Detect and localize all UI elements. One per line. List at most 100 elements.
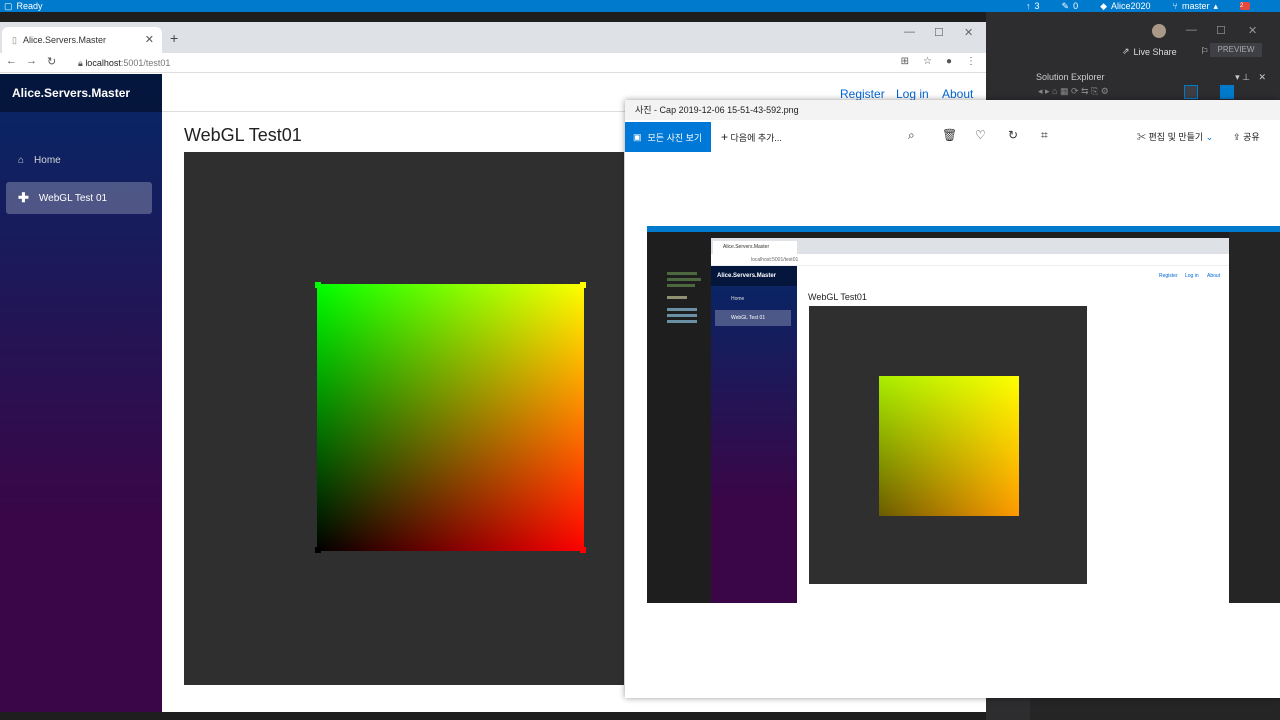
home-icon: ⌂ [18,154,25,166]
bookmark-star-icon[interactable]: ☆ [923,56,932,67]
brand[interactable]: Alice.Servers.Master [0,74,162,112]
vertex-bottom-left [315,547,321,553]
git-push-indicator[interactable]: ↑ 3 [1026,0,1040,12]
live-share-button[interactable]: ⇗ Live Share ⚐ [1122,46,1209,57]
diamond-icon: ◆ [1100,1,1108,11]
shot-browser: Alice.Servers.Master localhost:5001/test… [711,238,1229,603]
avatar[interactable] [1152,24,1166,38]
tab-close-icon[interactable]: ✕ [145,33,154,46]
all-photos-button[interactable]: ▣ 모든 사진 보기 [625,122,711,152]
back-icon[interactable]: ← [6,55,17,67]
vertex-top-right [580,282,586,288]
page-favicon-icon: ▯ [12,34,17,45]
gradient-quad [315,282,586,553]
shot-register-link: Register [1159,273,1178,279]
shot-nav-home: Home [731,296,745,302]
plus-icon: ✚ [18,190,29,205]
browser-minimize-icon[interactable]: — [904,26,915,38]
solution-explorer-header: Solution Explorer ▾ ⊥ ✕ [1020,70,1280,84]
nav-item-webgl-test01[interactable]: ✚ WebGL Test 01 [6,182,152,214]
photos-app-window: 사진 - Cap 2019-12-06 15-51-43-592.png ▣ 모… [625,100,1280,698]
shot-brand: Alice.Servers.Master [711,266,797,286]
add-to-button[interactable]: + 다음에 추가... [721,130,782,144]
tab-strip: ▯ Alice.Servers.Master ✕ + — ☐ ✕ [0,22,986,53]
shot-address-bar: localhost:5001/test01 [711,254,1229,266]
shot-login-link: Log in [1185,273,1199,279]
close-pane-icon[interactable]: ✕ [1258,70,1266,84]
repo-indicator[interactable]: ◆ Alice2020 [1100,0,1150,12]
pin-icon[interactable]: ▾ ⊥ [1235,70,1250,84]
sidebar: Alice.Servers.Master ⌂ Home ✚ WebGL Test… [0,74,162,712]
heart-icon[interactable]: ♡ [975,128,986,142]
page-title: WebGL Test01 [184,125,302,145]
plus-icon: + [721,130,729,144]
webgl-canvas[interactable] [184,152,624,685]
nav-item-home[interactable]: ⌂ Home [6,144,152,176]
feedback-icon[interactable]: ⚐ [1201,46,1209,57]
shot-page-title: WebGL Test01 [808,292,867,302]
translate-icon[interactable]: ⊞ [901,56,909,67]
maximize-icon[interactable]: ☐ [1216,24,1226,37]
shot-status-bar [647,226,1280,232]
shot-sidebar: Alice.Servers.Master Home WebGL Test 01 [711,266,797,603]
browser-maximize-icon[interactable]: ☐ [934,26,944,39]
shot-tab-strip: Alice.Servers.Master [711,238,1229,254]
shot-about-link: About [1207,273,1221,279]
status-ready-icon: ▢ [4,1,13,11]
status-ready-text: Ready [16,1,43,11]
reload-icon[interactable]: ↻ [47,55,56,68]
rotate-icon[interactable]: ↻ [1008,128,1018,142]
photo-image[interactable]: Alice.Servers.Master localhost:5001/test… [647,226,1280,603]
photos-title-bar: 사진 - Cap 2019-12-06 15-51-43-592.png [625,100,1280,120]
shot-gradient-quad [879,376,1019,516]
chevron-down-icon: ⌄ [1205,132,1214,142]
browser-close-icon[interactable]: ✕ [964,26,973,39]
tab-title: Alice.Servers.Master [22,35,106,45]
branch-icon: ⑂ [1172,1,1178,11]
branch-indicator[interactable]: ⑂ master ▴ [1173,0,1218,12]
sync-view-icon[interactable] [1184,85,1198,99]
about-link[interactable]: About [942,87,973,101]
pencil-icon: ✎ [1061,1,1070,11]
vs-bottom-panel [1030,696,1280,720]
register-link[interactable]: Register [840,87,885,101]
shot-tab: Alice.Servers.Master [713,241,797,254]
close-icon[interactable]: ✕ [1248,24,1257,37]
vs-status-bar: ▢ Ready ↑ 3 ✎ 0 ◆ Alice2020 ⑂ master ▴ 2 [0,0,1280,12]
crop-icon[interactable]: ⌗ [1041,128,1048,143]
browser-tab[interactable]: ▯ Alice.Servers.Master ✕ [2,27,162,53]
bell-icon: 2 [1240,2,1250,10]
share-icon: ⇪ [1233,132,1241,142]
solution-explorer-toolbar: ◂ ▸ ⌂ ▦ ⟳ ⇆ ⎘ ⚙ [1030,84,1280,100]
edit-create-button[interactable]: ✂ 편집 및 만들기 ⌄ [1137,130,1213,143]
shot-vs-solution-explorer [1229,232,1280,603]
notifications-indicator[interactable]: 2 [1240,0,1250,12]
new-tab-button[interactable]: + [170,30,178,46]
vertex-top-left [315,282,321,288]
forward-icon[interactable]: → [26,55,37,67]
login-link[interactable]: Log in [896,87,929,101]
share-button[interactable]: ⇪ 공유 [1233,130,1260,143]
address-bar-icons: ⊞ ☆ ● ⋮ [901,56,976,67]
profile-icon[interactable]: ● [946,56,952,67]
photos-toolbar: ▣ 모든 사진 보기 + 다음에 추가... ⌕ 🗑︎ ♡ ↻ ⌗ ✂ 편집 및… [625,120,1280,154]
address-bar: ← → ↻ 🔒︎ localhost:5001/test01 ⊞ ☆ ● ⋮ [0,53,986,73]
vertex-bottom-right [580,547,586,553]
delete-icon[interactable]: 🗑︎ [942,128,957,142]
preview-button[interactable]: PREVIEW [1210,43,1262,57]
zoom-icon[interactable]: ⌕ [908,128,915,143]
git-changes-indicator[interactable]: ✎ 0 [1062,0,1079,12]
minimize-icon[interactable]: — [1186,24,1197,36]
scissors-icon: ✂ [1137,132,1147,142]
caret-up-icon: ▴ [1213,1,1218,11]
menu-kebab-icon[interactable]: ⋮ [966,56,976,67]
shot-nav-webgl: WebGL Test 01 [715,310,791,326]
url-input[interactable]: 🔒︎ localhost:5001/test01 [70,55,960,71]
preview-selected-icon[interactable] [1220,85,1234,99]
live-share-icon: ⇗ [1122,46,1130,56]
toolbar-icons[interactable]: ◂ ▸ ⌂ ▦ ⟳ ⇆ ⎘ ⚙ [1038,86,1109,97]
shot-canvas [809,306,1087,584]
shot-vs-editor [647,232,711,603]
arrow-up-icon: ↑ [1026,1,1031,11]
image-icon: ▣ [633,131,642,142]
